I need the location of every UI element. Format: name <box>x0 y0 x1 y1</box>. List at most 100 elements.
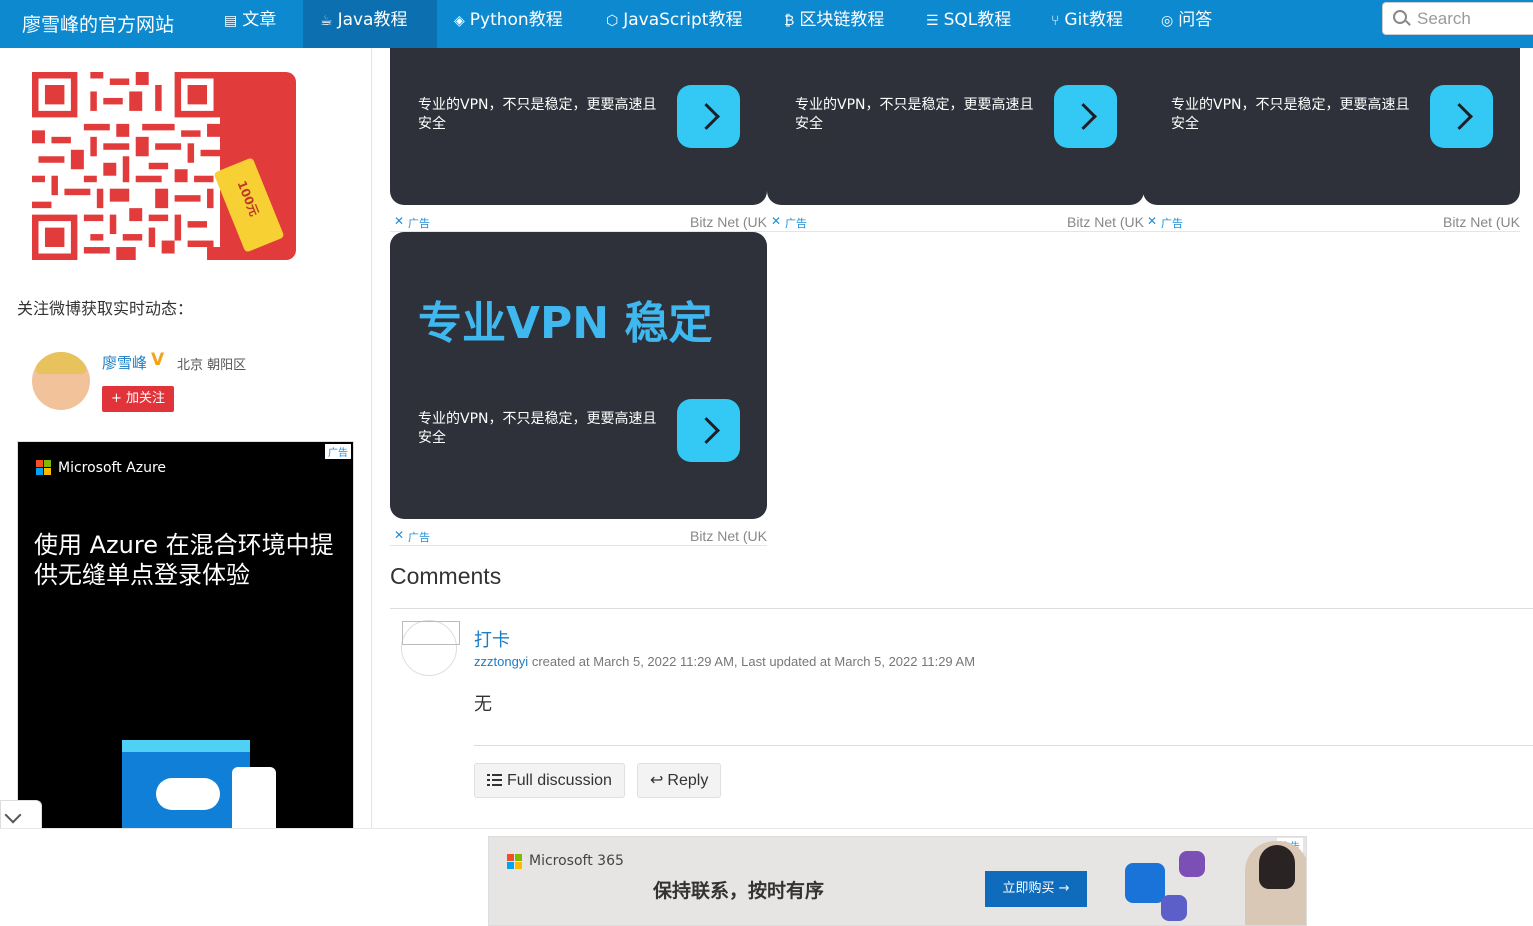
vpn-ad-text: 专业的VPN，不只是稳定，更要高速且安全 <box>418 97 657 132</box>
vpn-ad-text: 专业的VPN，不只是稳定，更要高速且安全 <box>795 97 1034 132</box>
azure-brand: Microsoft Azure <box>58 460 167 476</box>
comment-avatar[interactable] <box>401 620 460 676</box>
close-icon[interactable]: ✕ <box>394 214 404 228</box>
full-discussion-button[interactable]: Full discussion <box>474 763 625 798</box>
left-sidebar: 100元 关注微博获取实时动态： 廖雪峰 V 北京 朝阳区 + 加关注 广告 M… <box>0 48 372 841</box>
vpn-ad-card[interactable]: 专业VPN 稳定 专业的VPN，不只是稳定，更要高速且安全 <box>390 232 767 519</box>
cloud-icon <box>156 778 220 810</box>
reply-icon: ↩ <box>650 772 664 789</box>
microsoft-logo-icon <box>36 460 52 476</box>
vpn-ad-card[interactable]: 专业的VPN，不只是稳定，更要高速且安全 <box>390 48 767 205</box>
nav-item-label: 问答 <box>1178 10 1213 30</box>
comment-timestamp: created at March 5, 2022 11:29 AM, Last … <box>528 654 976 669</box>
divider <box>390 608 1533 609</box>
nav-item-label: 文章 <box>242 10 277 30</box>
nav-item-blockchain[interactable]: ₿ 区块链教程 <box>784 0 884 48</box>
nav-item-javascript[interactable]: ⬡ JavaScript教程 <box>606 0 742 48</box>
bottom-ad-bar: 广告 Microsoft 365 保持联系，按时有序 立即购买 → <box>0 828 1533 926</box>
full-discussion-label: Full discussion <box>507 772 612 789</box>
follow-button[interactable]: + 加关注 <box>102 386 174 412</box>
m365-brand: Microsoft 365 <box>529 853 624 869</box>
divider <box>474 745 1533 746</box>
close-icon[interactable]: ✕ <box>394 528 404 542</box>
ad-label: 广告 <box>408 217 430 230</box>
ad-source[interactable]: Bitz Net (UK <box>690 214 767 230</box>
top-navbar: 廖雪峰的官方网站 ▤ 文章 ☕ Java教程 ◈ Python教程 ⬡ JavaScri… <box>0 0 1533 48</box>
nav-item-python[interactable]: ◈ Python教程 <box>454 0 563 48</box>
database-icon: ☰ <box>926 13 939 29</box>
close-icon[interactable]: ✕ <box>771 214 781 228</box>
weibo-avatar[interactable] <box>32 352 90 410</box>
search-box[interactable] <box>1382 2 1533 35</box>
ad-source[interactable]: Bitz Net (UK <box>1067 214 1144 230</box>
chevron-right-icon[interactable] <box>1054 85 1117 148</box>
javascript-icon: ⬡ <box>606 13 619 29</box>
close-icon[interactable]: ✕ <box>1147 214 1157 228</box>
nav-item-label: Java教程 <box>337 10 408 30</box>
search-icon <box>1393 10 1407 24</box>
comments-heading: Comments <box>390 563 502 589</box>
ad-label: 广告 <box>408 531 430 544</box>
nav-item-label: 区块链教程 <box>799 10 885 30</box>
office-apps-icon <box>1117 845 1227 925</box>
comment-meta: zzztongyi created at March 5, 2022 11:29… <box>474 654 975 669</box>
vpn-ad-card[interactable]: 专业的VPN，不只是稳定，更要高速且安全 <box>767 48 1144 205</box>
ad-source[interactable]: Bitz Net (UK <box>1443 214 1520 230</box>
wechat-qr-promo: 100元 <box>32 72 296 260</box>
browser-window-illustration <box>122 740 250 840</box>
vpn-ad[interactable]: 专业的VPN，不只是稳定，更要高速且安全 ✕ 广告 Bitz Net (UK <box>767 48 1144 232</box>
list-icon <box>487 774 502 786</box>
weibo-follow-label: 关注微博获取实时动态： <box>17 299 194 318</box>
comment-title[interactable]: 打卡 <box>474 626 510 652</box>
python-icon: ◈ <box>454 13 465 29</box>
git-icon: ⑂ <box>1051 13 1060 29</box>
vpn-ad-large[interactable]: 专业VPN 稳定 专业的VPN，不只是稳定，更要高速且安全 ✕ 广告 Bitz … <box>390 232 767 546</box>
microsoft-logo-icon <box>507 854 523 870</box>
search-input[interactable] <box>1417 8 1533 30</box>
nav-item-git[interactable]: ⑂ Git教程 <box>1051 0 1123 48</box>
ad-source[interactable]: Bitz Net (UK <box>690 528 767 544</box>
nav-item-articles[interactable]: ▤ 文章 <box>224 0 276 48</box>
m365-slogan: 保持联系，按时有序 <box>653 880 825 902</box>
nav-item-label: Git教程 <box>1064 10 1123 30</box>
chevron-right-icon[interactable] <box>677 85 740 148</box>
reply-button[interactable]: ↩ Reply <box>637 763 722 798</box>
vpn-ad-text: 专业的VPN，不只是稳定，更要高速且安全 <box>418 411 657 446</box>
buy-now-button[interactable]: 立即购买 → <box>985 871 1087 907</box>
person-photo <box>1245 841 1306 925</box>
chat-icon: ◎ <box>1161 13 1174 29</box>
vpn-ad-footer: ✕ 广告 Bitz Net (UK <box>767 214 1144 232</box>
vpn-ad-footer: ✕ 广告 Bitz Net (UK <box>390 214 767 232</box>
chevron-right-icon[interactable] <box>677 399 740 462</box>
weibo-location: 北京 朝阳区 <box>177 358 247 373</box>
vpn-ad[interactable]: 专业的VPN，不只是稳定，更要高速且安全 ✕ 广告 Bitz Net (UK <box>390 48 767 232</box>
ad-label: 广告 <box>785 217 807 230</box>
newspaper-icon: ▤ <box>224 13 238 29</box>
weibo-card: 廖雪峰 V 北京 朝阳区 + 加关注 <box>32 346 332 416</box>
reply-label: Reply <box>667 772 709 789</box>
chevron-down-icon[interactable] <box>0 800 42 828</box>
nav-item-label: Python教程 <box>469 10 563 30</box>
comment-body: 无 <box>474 694 492 715</box>
nav-item-sql[interactable]: ☰ SQL教程 <box>926 0 1011 48</box>
coffee-icon: ☕ <box>320 13 333 29</box>
weibo-username[interactable]: 廖雪峰 <box>102 352 147 373</box>
vpn-ad-card[interactable]: 专业的VPN，不只是稳定，更要高速且安全 <box>1143 48 1520 205</box>
ad-label: 广告 <box>1161 217 1183 230</box>
comment-author[interactable]: zzztongyi <box>474 654 528 669</box>
vpn-ad-text: 专业的VPN，不只是稳定，更要高速且安全 <box>1171 97 1410 132</box>
coupon-tag-text: 100元 <box>234 178 262 219</box>
vpn-ad[interactable]: 专业的VPN，不只是稳定，更要高速且安全 ✕ 广告 Bitz Net (UK <box>1143 48 1520 232</box>
chevron-right-icon[interactable] <box>1430 85 1493 148</box>
site-brand[interactable]: 廖雪峰的官方网站 <box>22 10 174 37</box>
qr-code-image <box>32 72 220 260</box>
microsoft-365-ad[interactable]: 广告 Microsoft 365 保持联系，按时有序 立即购买 → <box>488 836 1307 926</box>
ad-tag[interactable]: 广告 <box>325 444 351 459</box>
vpn-ad-footer: ✕ 广告 Bitz Net (UK <box>390 528 767 546</box>
nav-item-java[interactable]: ☕ Java教程 <box>303 0 437 48</box>
nav-item-qa[interactable]: ◎ 问答 <box>1161 0 1212 48</box>
bitcoin-icon: ₿ <box>784 13 795 29</box>
azure-ad[interactable]: 广告 Microsoft Azure 使用 Azure 在混合环境中提供无缝单点… <box>17 441 354 841</box>
azure-headline: 使用 Azure 在混合环境中提供无缝单点登录体验 <box>34 531 334 589</box>
nav-item-label: JavaScript教程 <box>623 10 743 30</box>
